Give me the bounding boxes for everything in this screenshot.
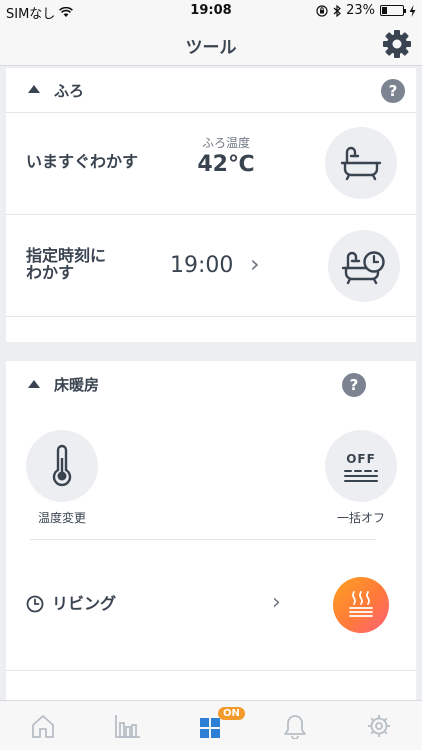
on-badge: ON: [218, 707, 245, 720]
room-heating-toggle[interactable]: [333, 577, 389, 633]
chart-icon: [115, 715, 140, 738]
divider: [6, 316, 416, 317]
bath-section-header[interactable]: ふろ ?: [6, 68, 416, 112]
tab-settings[interactable]: [358, 705, 398, 745]
charging-icon: [409, 4, 416, 17]
orientation-lock-icon: [316, 4, 328, 17]
heat-now-button[interactable]: [325, 127, 397, 199]
bathtub-icon: [340, 146, 382, 181]
floor-off-icon: [344, 470, 378, 482]
all-off-button[interactable]: OFF: [325, 430, 397, 502]
divider: [6, 670, 416, 671]
bath-card: ふろ ? いますぐわかす ふろ温度 42℃ 指定時刻に わかす 19:00 ›: [6, 68, 416, 342]
tab-home[interactable]: [22, 705, 62, 745]
bath-help-icon[interactable]: ?: [381, 79, 405, 103]
scheduled-label-line2: わかす: [26, 263, 75, 282]
floor-heating-icon: [349, 591, 373, 617]
floor-heating-section-header[interactable]: 床暖房 ?: [6, 361, 416, 405]
collapse-triangle-icon: [28, 85, 40, 93]
status-bar: SIMなし 19:08 23%: [0, 0, 422, 22]
scheduled-heat-button[interactable]: [328, 230, 400, 302]
bathtub-clock-icon: [341, 251, 385, 285]
bell-icon: [284, 715, 306, 739]
bath-temp-value: 42℃: [197, 152, 255, 177]
tab-chart[interactable]: [106, 705, 146, 745]
thermometer-icon: [52, 444, 72, 487]
collapse-triangle-icon: [28, 380, 40, 388]
divider: [30, 539, 376, 540]
scheduled-time[interactable]: 19:00: [170, 253, 233, 278]
page-title: ツール: [185, 38, 237, 58]
bath-section-label: ふろ: [54, 82, 85, 100]
status-right: 23%: [316, 3, 416, 18]
floor-heating-card: 床暖房 ? 温度変更 OFF 一括オフ リビング ›: [6, 361, 416, 701]
room-label: リビング: [52, 594, 117, 613]
divider: [6, 112, 416, 113]
clock-icon[interactable]: [26, 595, 44, 613]
battery-percent: 23%: [346, 3, 375, 18]
temp-change-button[interactable]: [26, 430, 98, 502]
bluetooth-icon: [333, 4, 342, 17]
gear-icon[interactable]: [382, 29, 412, 59]
home-icon: [32, 715, 54, 738]
battery-fill: [382, 7, 387, 14]
temp-change-label: 温度変更: [37, 511, 86, 525]
tab-notifications[interactable]: [274, 705, 314, 745]
floor-heating-section-label: 床暖房: [54, 376, 100, 394]
floor-heating-help-icon[interactable]: ?: [342, 373, 366, 397]
bath-temp-caption: ふろ温度: [201, 136, 250, 150]
chevron-right-icon[interactable]: ›: [250, 250, 260, 278]
divider: [6, 214, 416, 215]
settings-icon: [368, 715, 390, 737]
nav-bar: ツール: [0, 22, 422, 66]
tab-bar: ON: [0, 700, 422, 750]
chevron-right-icon[interactable]: ›: [272, 590, 281, 615]
battery-icon: [380, 5, 406, 16]
heat-now-label: いますぐわかす: [26, 152, 139, 171]
all-off-label: 一括オフ: [336, 511, 385, 525]
